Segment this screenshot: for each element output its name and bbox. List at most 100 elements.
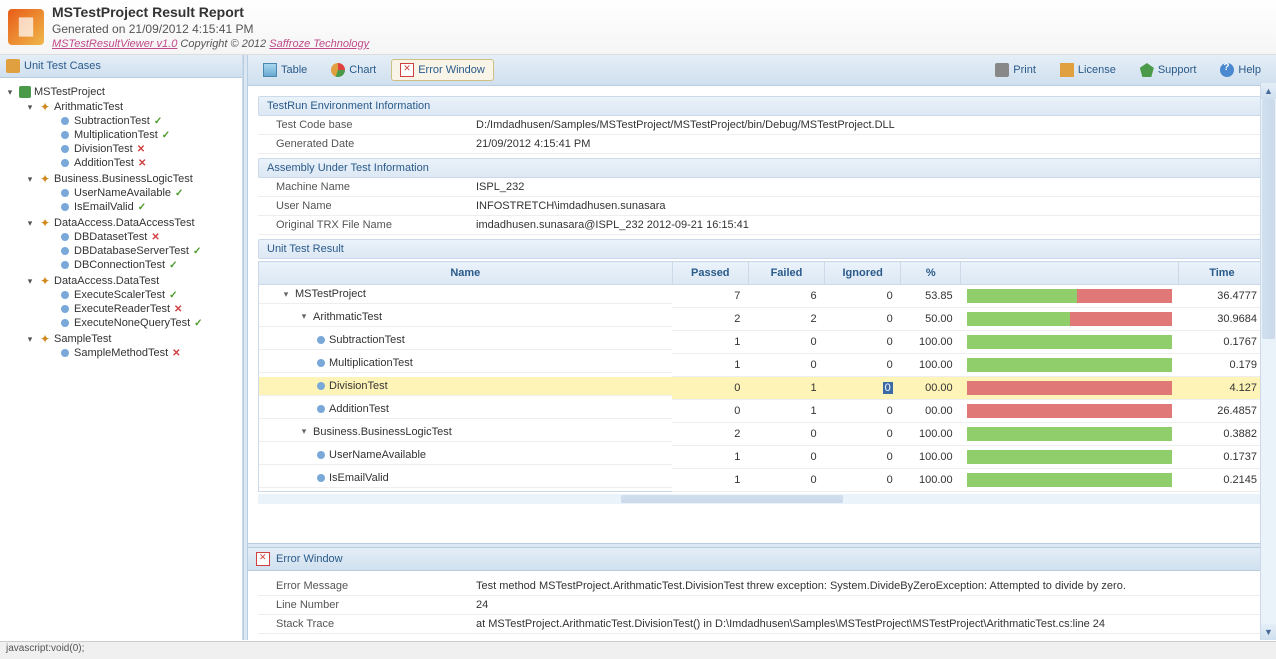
- tree-icon: [6, 59, 20, 73]
- tree-test[interactable]: ExecuteReaderTest✕: [44, 303, 240, 315]
- license-button[interactable]: License: [1051, 59, 1125, 81]
- tree-test[interactable]: DBDatabaseServerTest✓: [44, 245, 240, 257]
- copyright-text: Copyright © 2012: [180, 38, 269, 50]
- row-passed: 1: [672, 446, 748, 469]
- row-name: SubtractionTest: [329, 334, 405, 346]
- col-time[interactable]: Time: [1178, 262, 1265, 285]
- test-bullet-icon: [317, 382, 325, 390]
- col-pct[interactable]: %: [901, 262, 961, 285]
- info-value: D:/Imdadhusen/Samples/MSTestProject/MSTe…: [476, 119, 1266, 131]
- error-icon: [256, 552, 270, 566]
- info-value: 21/09/2012 4:15:41 PM: [476, 138, 1266, 150]
- tree-test[interactable]: ExecuteScalerTest✓: [44, 289, 240, 301]
- row-time: 0.1737: [1178, 446, 1265, 469]
- info-value: imdadhusen.sunasara@ISPL_232 2012-09-21 …: [476, 219, 1266, 231]
- info-label: User Name: [276, 200, 476, 212]
- viewer-link[interactable]: MSTestResultViewer v1.0: [52, 38, 177, 50]
- row-failed: 1: [748, 400, 824, 423]
- row-ignored: 0: [825, 331, 901, 354]
- support-button[interactable]: Support: [1131, 59, 1206, 81]
- test-bullet-icon: [317, 405, 325, 413]
- error-label: Line Number: [276, 599, 476, 611]
- row-pct: 100.00: [901, 331, 961, 354]
- table-row[interactable]: ▾MSTestProject76053.8536.4777: [259, 285, 1266, 308]
- tree-test[interactable]: MultiplicationTest✓: [44, 129, 240, 141]
- vendor-link[interactable]: Saffroze Technology: [269, 38, 369, 50]
- tree-test[interactable]: UserNameAvailable✓: [44, 187, 240, 199]
- row-toggle[interactable]: ▾: [299, 426, 309, 437]
- info-value: INFOSTRETCH\imdadhusen.sunasara: [476, 200, 1266, 212]
- scroll-thumb[interactable]: [1262, 99, 1275, 339]
- scroll-up-button[interactable]: ▲: [1261, 83, 1276, 99]
- table-row[interactable]: MultiplicationTest100100.000.179: [259, 354, 1266, 377]
- row-name: UserNameAvailable: [329, 449, 426, 461]
- info-label: Original TRX File Name: [276, 219, 476, 231]
- tree-root[interactable]: ▾MSTestProject: [4, 85, 240, 99]
- table-row[interactable]: ▾Business.BusinessLogicTest200100.000.38…: [259, 423, 1266, 446]
- table-row[interactable]: AdditionTest01000.0026.4857: [259, 400, 1266, 423]
- tree-class[interactable]: ▾✦DataAccess.DataTest: [24, 274, 240, 288]
- row-bar: [961, 285, 1179, 308]
- scroll-down-button[interactable]: ▼: [1261, 624, 1276, 640]
- col-failed[interactable]: Failed: [748, 262, 824, 285]
- row-toggle[interactable]: ▾: [281, 289, 291, 300]
- test-tree[interactable]: ▾MSTestProject▾✦ArithmaticTestSubtractio…: [0, 78, 242, 640]
- table-row[interactable]: DivisionTest01000.004.127: [259, 377, 1266, 400]
- tree-test[interactable]: SampleMethodTest✕: [44, 347, 240, 359]
- row-pct: 100.00: [901, 354, 961, 377]
- row-name: IsEmailValid: [329, 472, 389, 484]
- vertical-scrollbar[interactable]: ▲ ▼: [1260, 83, 1276, 640]
- test-bullet-icon: [317, 359, 325, 367]
- error-icon: [400, 63, 414, 77]
- table-row[interactable]: UserNameAvailable100100.000.1737: [259, 446, 1266, 469]
- row-ignored: 0: [825, 423, 901, 446]
- test-bullet-icon: [317, 474, 325, 482]
- tree-class[interactable]: ▾✦DataAccess.DataAccessTest: [24, 216, 240, 230]
- row-time: 0.3882: [1178, 423, 1265, 446]
- tree-test[interactable]: ExecuteNoneQueryTest✓: [44, 317, 240, 329]
- chart-icon: [331, 63, 345, 77]
- row-name: Business.BusinessLogicTest: [313, 426, 452, 438]
- col-name[interactable]: Name: [259, 262, 673, 285]
- tree-class[interactable]: ▾✦SampleTest: [24, 332, 240, 346]
- tree-test[interactable]: SubtractionTest✓: [44, 115, 240, 127]
- col-ignored[interactable]: Ignored: [825, 262, 901, 285]
- error-panel-title: Error Window: [248, 548, 1276, 571]
- table-button[interactable]: Table: [254, 59, 316, 81]
- help-button[interactable]: Help: [1211, 59, 1270, 81]
- table-row[interactable]: SubtractionTest100100.000.1767: [259, 331, 1266, 354]
- tree-test[interactable]: IsEmailValid✓: [44, 201, 240, 213]
- tree-test[interactable]: DBDatasetTest✕: [44, 231, 240, 243]
- table-row[interactable]: IsEmailValid100100.000.2145: [259, 469, 1266, 492]
- tree-class[interactable]: ▾✦ArithmaticTest: [24, 100, 240, 114]
- row-name: MultiplicationTest: [329, 357, 413, 369]
- chart-button[interactable]: Chart: [322, 59, 385, 81]
- row-passed: 1: [672, 469, 748, 492]
- generated-text: Generated on 21/09/2012 4:15:41 PM: [52, 22, 369, 36]
- col-passed[interactable]: Passed: [672, 262, 748, 285]
- row-bar: [961, 308, 1179, 331]
- test-bullet-icon: [317, 451, 325, 459]
- horizontal-scrollbar[interactable]: [258, 494, 1266, 504]
- error-row: Stack Traceat MSTestProject.ArithmaticTe…: [258, 615, 1266, 634]
- table-row[interactable]: ▾ArithmaticTest22050.0030.9684: [259, 308, 1266, 331]
- row-failed: 6: [748, 285, 824, 308]
- row-bar: [961, 446, 1179, 469]
- hscroll-thumb[interactable]: [621, 495, 843, 503]
- page-title: MSTestProject Result Report: [52, 4, 369, 20]
- info-value: ISPL_232: [476, 181, 1266, 193]
- tree-test[interactable]: DivisionTest✕: [44, 143, 240, 155]
- row-time: 26.4857: [1178, 400, 1265, 423]
- row-ignored: 0: [825, 400, 901, 423]
- tree-test[interactable]: AdditionTest✕: [44, 157, 240, 169]
- error-window-button[interactable]: Error Window: [391, 59, 494, 81]
- tree-class[interactable]: ▾✦Business.BusinessLogicTest: [24, 172, 240, 186]
- print-button[interactable]: Print: [986, 59, 1045, 81]
- tree-test[interactable]: DBConnectionTest✓: [44, 259, 240, 271]
- row-time: 30.9684: [1178, 308, 1265, 331]
- row-passed: 1: [672, 331, 748, 354]
- row-passed: 2: [672, 308, 748, 331]
- result-section-title: Unit Test Result: [258, 239, 1266, 259]
- row-ignored: 0: [825, 446, 901, 469]
- row-toggle[interactable]: ▾: [299, 311, 309, 322]
